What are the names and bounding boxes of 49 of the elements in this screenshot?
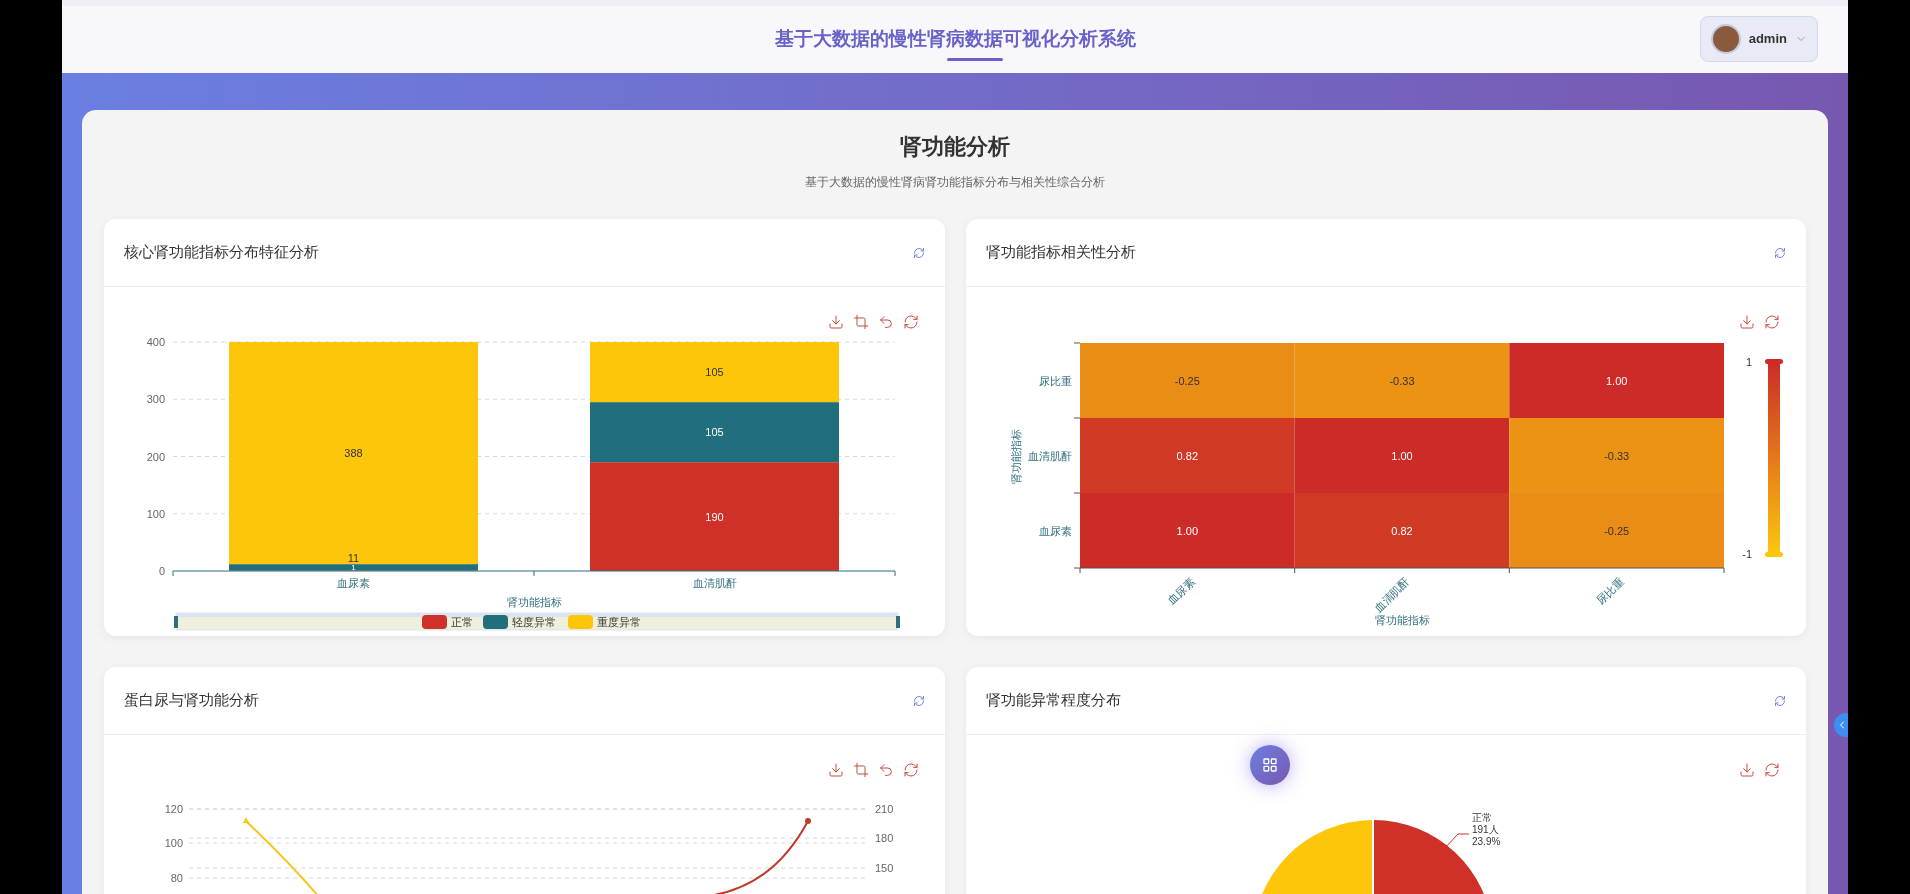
category-label: 血尿素 [337, 577, 370, 589]
category-label: 尿比重 [1593, 574, 1626, 607]
axis-tick-label: 400 [146, 336, 165, 348]
app-title: 基于大数据的慢性肾病数据可视化分析系统 [774, 28, 1136, 50]
category-label: 血清肌酐 [1027, 449, 1072, 462]
slice-label: 191人 [1471, 824, 1499, 835]
cell-value: 1.00 [1176, 524, 1198, 537]
scale-label: -1 [1741, 548, 1752, 560]
category-label: 尿比重 [1038, 374, 1072, 387]
card-title: 肾功能指标相关性分析 [985, 242, 1136, 263]
axis-title: 肾功能指标 [506, 596, 562, 608]
cell-value: 1.00 [1390, 449, 1413, 462]
cell-value: 0.82 [1176, 449, 1198, 462]
data-label: 388 [344, 447, 363, 460]
axis-tick-label: 120 [164, 803, 183, 815]
axis-tick-label: 80 [170, 872, 183, 884]
cell-value: -0.33 [1603, 449, 1629, 462]
axis-title: 肾功能指标 [1374, 614, 1429, 626]
axis-tick-label: 210 [875, 803, 894, 815]
cell-value: 0.82 [1390, 524, 1413, 537]
category-label: 血清肌酐 [692, 577, 737, 589]
axis-tick-label: 300 [146, 393, 165, 406]
axis-tick-label: 100 [164, 837, 183, 849]
card-title: 肾功能异常程度分布 [985, 690, 1121, 711]
category-label: 血清肌酐 [1371, 574, 1411, 615]
cell-value: -0.25 [1603, 524, 1629, 537]
axis-tick-label: 0 [158, 565, 165, 577]
cell-value: 1.00 [1605, 374, 1627, 387]
data-label: 1 [351, 563, 356, 572]
card-title: 蛋白尿与肾功能分析 [124, 690, 259, 711]
page-title: 肾功能分析 [900, 133, 1010, 161]
page-subtitle: 基于大数据的慢性肾病肾功能指标分布与相关性综合分析 [805, 174, 1105, 190]
axis-tick-label: 200 [146, 450, 165, 463]
category-label: 血尿素 [1038, 524, 1072, 537]
cell-value: -0.33 [1388, 374, 1415, 387]
data-label: 11 [347, 552, 360, 565]
category-label: 血尿素 [1164, 574, 1197, 607]
slice-label: 23.9% [1471, 836, 1500, 847]
data-label: 105 [705, 366, 724, 379]
scale-label: 1 [1745, 356, 1752, 368]
axis-title: 肾功能指标 [1009, 428, 1022, 484]
axis-tick-label: 150 [875, 862, 894, 874]
slice-label: 正常 [1471, 812, 1492, 823]
axis-tick-label: 180 [875, 832, 894, 844]
card-title: 核心肾功能指标分布特征分析 [124, 242, 319, 263]
axis-tick-label: 100 [146, 507, 165, 520]
data-label: 190 [705, 510, 724, 523]
cell-value: -0.25 [1174, 374, 1200, 387]
data-label: 105 [705, 426, 724, 439]
